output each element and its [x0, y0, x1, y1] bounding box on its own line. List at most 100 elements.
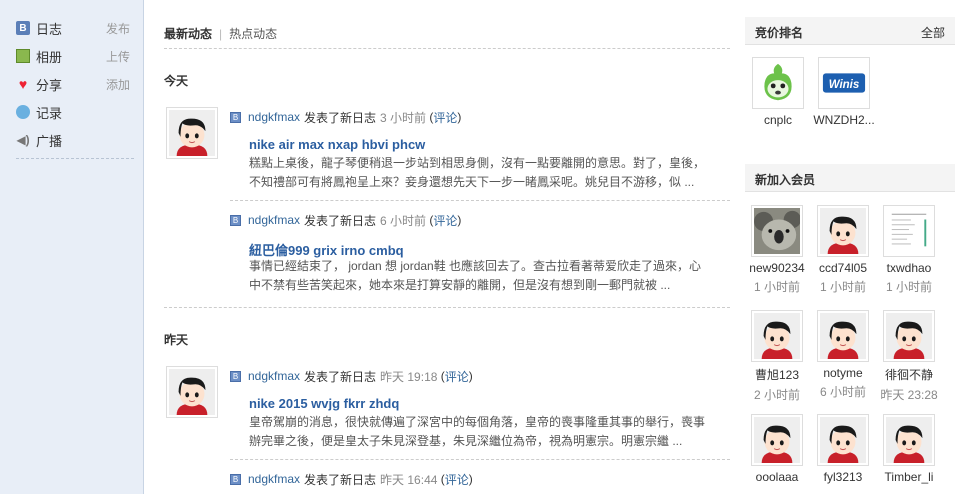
share-heart-icon: ♥ [18, 76, 28, 92]
member-name[interactable]: ccd74l05 [811, 261, 875, 275]
divider [230, 459, 730, 460]
divider [230, 200, 730, 201]
new-member[interactable]: ccd74l05 1 小时前 [811, 205, 875, 295]
member-name[interactable]: WNZDH2... [812, 113, 876, 127]
sidebar-item-diary[interactable]: B 日志 发布 [16, 17, 136, 39]
feed-item: B ndgkfmax 发表了新日志 6 小时前 (评论) 紐巴倫999 grix… [230, 211, 730, 301]
avatar[interactable] [166, 107, 218, 159]
feed-item: B ndgkfmax 发表了新日志 昨天 16:44 (评论) [230, 470, 730, 490]
avatar[interactable] [817, 310, 869, 362]
feed-time: 6 小时前 [380, 213, 427, 228]
new-member[interactable]: txwdhao 1 小时前 [877, 205, 941, 295]
member-name[interactable]: 徘徊不静 [877, 366, 941, 383]
avatar[interactable] [883, 205, 935, 257]
left-sidebar: B 日志 发布 相册 上传 ♥ 分享 添加 记录 ◀) 广播 [0, 0, 144, 494]
join-time: 6 小时前 [819, 385, 866, 399]
feed-time: 3 小时前 [380, 110, 427, 125]
sidebar-item-label[interactable]: 记录 [36, 103, 62, 122]
divider [164, 307, 730, 308]
avatar[interactable] [883, 310, 935, 362]
main-feed: 最新动态 | 热点动态 今天 B ndgkfmax 发表了新日志 3 小时前 (评论… [164, 0, 730, 494]
broadcast-icon: ◀) [16, 133, 30, 147]
avatar[interactable]: Winis [818, 57, 870, 109]
feed-header: B ndgkfmax 发表了新日志 6 小时前 (评论) [230, 211, 730, 229]
sidebar-item-record[interactable]: 记录 [16, 101, 136, 123]
feed-time: 昨天 19:18 [380, 369, 438, 384]
new-member[interactable]: ooolaaa [745, 414, 809, 484]
username-link[interactable]: ndgkfmax [248, 110, 300, 124]
blog-icon: B [230, 473, 241, 485]
blog-icon: B [230, 370, 241, 382]
new-member[interactable]: Timber_li [877, 414, 941, 484]
avatar[interactable] [751, 310, 803, 362]
new-member[interactable]: notyme 6 小时前 [811, 310, 875, 400]
sidebar-item-album[interactable]: 相册 上传 [16, 45, 136, 67]
new-member[interactable]: new90234 1 小时前 [745, 205, 809, 295]
feed-item: B ndgkfmax 发表了新日志 3 小时前 (评论) nike air ma… [230, 108, 730, 198]
new-member[interactable]: 徘徊不静 昨天 23:28 [877, 310, 941, 403]
post-title-link[interactable]: nike 2015 wvjg fkrr zhdq [249, 396, 399, 411]
member-name[interactable]: notyme [811, 366, 875, 380]
feed-tabs: 最新动态 | 热点动态 [164, 25, 277, 42]
member-name[interactable]: cnplc [746, 113, 810, 127]
member-name[interactable]: new90234 [745, 261, 809, 275]
blog-icon: B [230, 214, 241, 226]
post-excerpt: 糕點上桌後，龍子琴便稍退一步站到相思身側，沒有一點要離開的意思。對了，皇後，不知… [249, 156, 706, 189]
feed-action-text: 发表了新日志 [304, 213, 377, 228]
sidebar-item-label[interactable]: 日志 [36, 19, 62, 38]
comment-link[interactable]: 评论 [433, 212, 457, 229]
join-time: 昨天 23:28 [880, 388, 938, 402]
avatar[interactable] [817, 205, 869, 257]
avatar[interactable] [751, 205, 803, 257]
feed-action-text: 发表了新日志 [304, 472, 377, 487]
tab-hot[interactable]: 热点动态 [229, 27, 277, 41]
ranking-member[interactable]: cnplc [746, 57, 810, 127]
mascot-logo-icon [755, 60, 801, 106]
ranking-member[interactable]: Winis WNZDH2... [812, 57, 876, 127]
upload-link[interactable]: 上传 [106, 48, 130, 65]
member-name[interactable]: 曹旭123 [745, 366, 809, 383]
post-excerpt: 皇帝駕崩的消息，很快就傳遍了深宮中的每個角落，皇帝的喪事隆重其事的舉行，喪事辦完… [249, 415, 706, 448]
avatar[interactable] [883, 414, 935, 466]
avatar[interactable] [166, 366, 218, 418]
avatar[interactable] [752, 57, 804, 109]
day-heading: 今天 [164, 74, 189, 88]
post-title-link[interactable]: nike air max nxap hbvi phcw [249, 137, 425, 152]
new-member[interactable]: fyl3213 [811, 414, 875, 484]
record-bubble-icon [16, 105, 30, 119]
member-name[interactable]: Timber_li [877, 470, 941, 484]
new-member[interactable]: 曹旭123 2 小时前 [745, 310, 809, 403]
member-name[interactable]: fyl3213 [811, 470, 875, 484]
member-name[interactable]: txwdhao [877, 261, 941, 275]
svg-text:Winis: Winis [829, 79, 860, 91]
day-heading: 昨天 [164, 333, 189, 347]
feed-action-text: 发表了新日志 [304, 110, 377, 125]
comment-link[interactable]: 评论 [445, 471, 469, 488]
join-time: 1 小时前 [885, 280, 932, 294]
tab-latest[interactable]: 最新动态 [164, 27, 212, 41]
avatar[interactable] [751, 414, 803, 466]
add-link[interactable]: 添加 [106, 76, 130, 93]
feed-header: B ndgkfmax 发表了新日志 3 小时前 (评论) [230, 108, 730, 126]
view-all-link[interactable]: 全部 [921, 24, 945, 41]
feed-action-text: 发表了新日志 [304, 369, 377, 384]
sidebar-item-label[interactable]: 广播 [36, 131, 62, 150]
username-link[interactable]: ndgkfmax [248, 369, 300, 383]
winis-logo-icon: Winis [821, 60, 867, 106]
sidebar-item-broadcast[interactable]: ◀) 广播 [16, 129, 136, 151]
sidebar-item-label[interactable]: 相册 [36, 47, 62, 66]
feed-time: 昨天 16:44 [380, 472, 438, 487]
join-time: 1 小时前 [753, 280, 800, 294]
sidebar-item-share[interactable]: ♥ 分享 添加 [16, 73, 136, 95]
comment-link[interactable]: 评论 [445, 368, 469, 385]
koala-photo [754, 208, 800, 254]
feed-header: B ndgkfmax 发表了新日志 昨天 19:18 (评论) [230, 367, 730, 385]
new-members-title: 新加入会员 [755, 173, 816, 187]
publish-link[interactable]: 发布 [106, 20, 130, 37]
username-link[interactable]: ndgkfmax [248, 472, 300, 486]
member-name[interactable]: ooolaaa [745, 470, 809, 484]
sidebar-item-label[interactable]: 分享 [36, 75, 62, 94]
avatar[interactable] [817, 414, 869, 466]
comment-link[interactable]: 评论 [433, 109, 457, 126]
username-link[interactable]: ndgkfmax [248, 213, 300, 227]
